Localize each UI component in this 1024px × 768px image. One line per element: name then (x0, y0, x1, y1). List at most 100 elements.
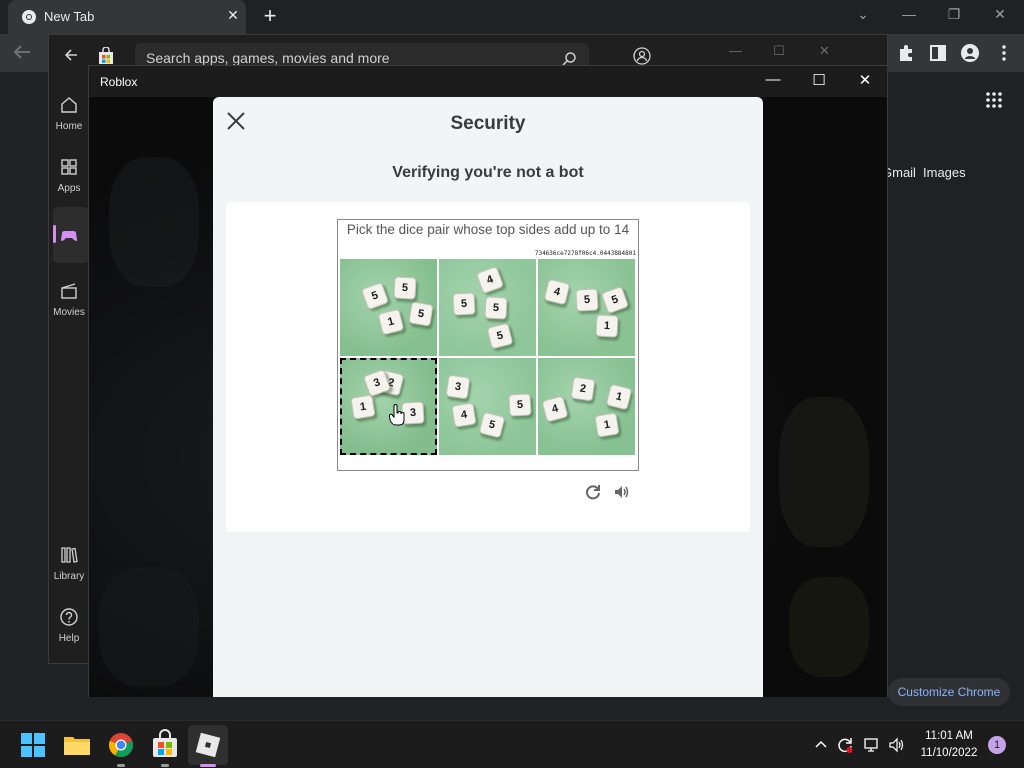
store-account-icon[interactable] (633, 47, 651, 65)
hand-cursor-icon (389, 404, 405, 426)
desktop: Gmail Images Customize Chrome New Tab ✕ … (0, 0, 1024, 768)
file-explorer-icon[interactable] (61, 729, 93, 761)
store-nav-label: Library (53, 571, 85, 582)
clock-time[interactable]: 11:01 AM (920, 730, 978, 742)
store-nav-label: Help (58, 633, 80, 644)
captcha-prompt: Pick the dice pair whose top sides add u… (346, 222, 630, 237)
background-shape (99, 567, 199, 687)
roblox-close-button[interactable]: ✕ (855, 71, 875, 89)
roblox-minimize-button[interactable]: — (763, 71, 783, 88)
store-nav-movies[interactable]: Movies (49, 281, 89, 318)
side-panel-icon[interactable] (928, 43, 948, 63)
extensions-icon[interactable] (896, 43, 916, 63)
windows-taskbar: 11:01 AM 11/10/2022 1 (0, 720, 1024, 768)
die: 1 (595, 314, 619, 338)
new-tab-button[interactable]: + (258, 5, 282, 27)
gaming-icon (61, 231, 77, 241)
store-nav-label: Movies (53, 307, 85, 318)
die: 1 (605, 383, 633, 411)
chrome-icon[interactable] (105, 729, 137, 761)
die: 1 (350, 394, 376, 420)
chrome-tab-strip: New Tab ✕ + ⌄ — ❐ ✕ (0, 0, 1024, 34)
die: 4 (541, 395, 569, 423)
start-icon[interactable] (17, 729, 49, 761)
die: 4 (451, 402, 477, 428)
die: 5 (486, 322, 514, 350)
modal-subtitle: Verifying you're not a bot (392, 164, 584, 181)
roblox-active-indicator (200, 764, 216, 767)
store-maximize-button[interactable]: ☐ (773, 43, 785, 59)
store-nav-home[interactable]: Home (49, 95, 89, 132)
speaker-icon[interactable] (613, 483, 631, 501)
die: 5 (408, 301, 434, 327)
store-nav-label: Apps (57, 183, 81, 194)
captcha-tile[interactable]: 5515 (340, 259, 437, 356)
home-icon (61, 97, 77, 113)
google-apps-icon[interactable] (986, 92, 1002, 108)
store-close-button[interactable]: ✕ (819, 43, 830, 59)
captcha-tile[interactable]: 5455 (439, 259, 536, 356)
die: 5 (360, 281, 390, 311)
background-shape (789, 577, 869, 677)
tab-search-icon[interactable]: ⌄ (853, 6, 873, 23)
roblox-icon[interactable] (192, 729, 224, 761)
microsoft-store-icon[interactable] (149, 729, 181, 761)
captcha-tile[interactable]: 4551 (538, 259, 635, 356)
roblox-title-bar[interactable]: Roblox — ☐ ✕ (89, 66, 887, 97)
network-icon[interactable] (863, 736, 881, 754)
store-running-indicator (161, 764, 169, 767)
captcha-tile[interactable]: 1233 (340, 358, 437, 455)
movies-icon (61, 283, 77, 299)
captcha-tile[interactable]: 3455 (439, 358, 536, 455)
store-logo-icon (99, 47, 113, 64)
chrome-minimize-button[interactable]: — (899, 6, 919, 22)
die: 5 (508, 393, 532, 417)
refresh-icon[interactable] (584, 483, 602, 501)
chrome-close-button[interactable]: ✕ (990, 6, 1010, 23)
captcha-challenge: Pick the dice pair whose top sides add u… (337, 219, 639, 471)
tab-new-tab[interactable]: New Tab ✕ (8, 0, 246, 34)
die: 3 (445, 374, 471, 400)
chevron-up-icon[interactable] (812, 736, 830, 754)
images-link[interactable]: Images (923, 165, 966, 180)
modal-title: Security (450, 113, 526, 134)
help-icon (60, 608, 78, 626)
store-nav-help[interactable]: Help (49, 607, 89, 644)
profile-icon[interactable] (960, 43, 980, 63)
store-nav-gaming[interactable] (49, 226, 89, 252)
library-icon (61, 547, 78, 563)
die: 1 (377, 308, 405, 336)
die: 5 (478, 411, 506, 439)
background-shape (779, 397, 869, 547)
volume-icon[interactable] (888, 736, 906, 754)
apps-icon (61, 159, 77, 175)
store-search-placeholder: Search apps, games, movies and more (146, 50, 390, 66)
die: 5 (600, 285, 630, 315)
store-nav-apps[interactable]: Apps (49, 157, 89, 194)
chrome-menu-icon[interactable] (994, 43, 1014, 63)
clock-date[interactable]: 11/10/2022 (915, 747, 983, 759)
die: 5 (452, 292, 476, 316)
die: 5 (393, 276, 417, 300)
store-nav-label: Home (55, 121, 83, 132)
chrome-restore-button[interactable]: ❐ (944, 6, 964, 23)
chrome-running-indicator (117, 764, 125, 767)
captcha-card: Pick the dice pair whose top sides add u… (226, 202, 750, 532)
store-minimize-button[interactable]: — (729, 43, 742, 58)
sync-icon[interactable] (836, 736, 854, 754)
captcha-session-code: 734636ce7278f06c4.0443884801 (534, 250, 636, 257)
customize-chrome-button[interactable]: Customize Chrome (888, 678, 1010, 706)
background-shape (109, 157, 199, 287)
store-back-icon[interactable] (63, 47, 79, 63)
roblox-window-title: Roblox (100, 75, 138, 89)
die: 2 (570, 376, 596, 402)
captcha-tile[interactable]: 4211 (538, 358, 635, 455)
store-nav-library[interactable]: Library (49, 545, 89, 582)
roblox-maximize-button[interactable]: ☐ (809, 71, 829, 89)
chrome-favicon-icon (22, 10, 36, 24)
die: 4 (543, 278, 571, 306)
back-arrow-icon[interactable] (10, 42, 34, 62)
tab-close-icon[interactable]: ✕ (225, 7, 241, 24)
die: 5 (484, 296, 508, 320)
notification-badge[interactable]: 1 (988, 736, 1006, 754)
